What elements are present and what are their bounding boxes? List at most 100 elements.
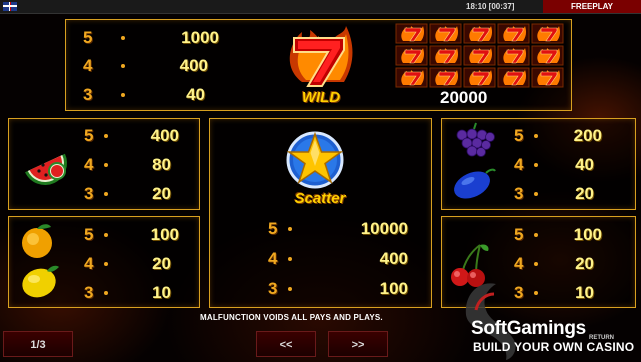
symbol-count: 3	[268, 279, 278, 298]
separator-dot	[534, 262, 538, 266]
symbol-count: 5	[514, 225, 524, 244]
pay-row: 5 200	[514, 126, 624, 146]
separator-dot	[121, 93, 125, 97]
symbol-count: 5	[84, 126, 94, 145]
mini-seven-icon	[497, 23, 530, 44]
pay-row: 4 20	[84, 254, 184, 274]
payout-value: 1000	[181, 28, 219, 47]
watermelon-icon	[25, 153, 67, 185]
payout-value: 80	[152, 155, 171, 174]
status-bar: 18:10 [00:37] FREEPLAY	[0, 0, 641, 14]
symbol-count: 4	[84, 155, 94, 174]
pay-row: 4 400	[83, 56, 208, 76]
symbol-count: 3	[514, 184, 524, 203]
page-indicator: 1/3	[3, 331, 73, 357]
separator-dot	[104, 233, 108, 237]
pay-row: 5 400	[84, 126, 184, 146]
payout-value: 100	[150, 225, 179, 244]
separator-dot	[104, 262, 108, 266]
mini-seven-icon	[395, 67, 428, 88]
payout-value: 200	[573, 126, 602, 145]
return-label[interactable]: RETURN	[589, 335, 614, 341]
pay-row: 3 10	[84, 283, 184, 303]
pay-row: 5 100	[84, 225, 184, 245]
mini-seven-icon	[429, 45, 462, 66]
mini-seven-icon	[463, 23, 496, 44]
separator-dot	[534, 134, 538, 138]
scatter-star-icon	[286, 131, 344, 189]
lemon-icon	[22, 265, 59, 298]
uk-flag-icon[interactable]	[3, 2, 17, 11]
payout-value: 20	[152, 184, 171, 203]
pay-row: 5 1000	[83, 28, 219, 48]
mini-seven-icon	[395, 45, 428, 66]
wild-label: WILD	[301, 89, 341, 106]
symbol-count: 5	[84, 225, 94, 244]
freeplay-badge: FREEPLAY	[543, 0, 641, 13]
mini-seven-icon	[497, 45, 530, 66]
clock: 18:10 [00:37]	[466, 2, 515, 11]
mini-seven-icon	[531, 45, 564, 66]
payout-value: 10	[152, 283, 171, 302]
pay-row: 3 20	[84, 184, 184, 204]
symbol-count: 5	[514, 126, 524, 145]
pay-row: 4 80	[84, 155, 184, 175]
pay-row: 3 40	[83, 85, 205, 105]
mini-seven-icon	[463, 67, 496, 88]
pay-row: 5 100	[514, 225, 624, 245]
full-screen-value: 20000	[440, 88, 488, 107]
pay-row: 4 400	[268, 249, 408, 269]
symbol-count: 4	[268, 249, 278, 268]
watermark-name: SoftGamings	[471, 318, 586, 339]
malfunction-notice: MALFUNCTION VOIDS ALL PAYS AND PLAYS.	[200, 313, 383, 322]
payout-value: 400	[150, 126, 179, 145]
mini-seven-icon	[531, 23, 564, 44]
previous-page-button[interactable]: <<	[256, 331, 316, 357]
separator-dot	[534, 233, 538, 237]
payout-value: 40	[575, 155, 594, 174]
mini-seven-icon	[395, 23, 428, 44]
mini-seven-icon	[429, 67, 462, 88]
grapes-icon	[456, 122, 495, 157]
wild-seven-icon	[289, 26, 353, 87]
payout-value: 20	[575, 184, 594, 203]
symbol-count: 4	[84, 254, 94, 273]
payout-value: 10000	[360, 219, 408, 238]
mini-seven-icon	[497, 67, 530, 88]
separator-dot	[534, 192, 538, 196]
separator-dot	[104, 291, 108, 295]
separator-dot	[288, 257, 292, 261]
separator-dot	[288, 227, 292, 231]
mini-seven-icon	[531, 67, 564, 88]
next-page-button[interactable]: >>	[328, 331, 388, 357]
symbol-count: 3	[84, 184, 94, 203]
payout-value: 400	[179, 56, 208, 75]
symbol-count: 4	[514, 155, 524, 174]
payout-value: 100	[573, 225, 602, 244]
mini-seven-icon	[463, 45, 496, 66]
watermelon-panel: 5 400 4 80 3 20	[8, 118, 200, 210]
separator-dot	[104, 163, 108, 167]
plum-icon	[454, 168, 496, 199]
symbol-count: 4	[83, 56, 93, 75]
separator-dot	[534, 163, 538, 167]
separator-dot	[121, 36, 125, 40]
grapes-plum-panel: 5 200 4 40 3 20	[441, 118, 636, 210]
payout-value: 400	[379, 249, 408, 268]
orange-lemon-panel: 5 100 4 20 3 10	[8, 216, 200, 308]
orange-icon	[22, 224, 52, 258]
mini-seven-icon	[429, 23, 462, 44]
payout-value: 20	[152, 254, 171, 273]
payout-value: 100	[379, 279, 408, 298]
paytable-screen: 18:10 [00:37] FREEPLAY 5 1000 4 400 3 40…	[0, 0, 641, 362]
separator-dot	[104, 134, 108, 138]
scatter-label: Scatter	[294, 190, 346, 207]
separator-dot	[121, 64, 125, 68]
symbol-count: 3	[83, 85, 93, 104]
watermark-tagline: BUILD YOUR OWN CASINO	[473, 340, 635, 354]
pay-row: 5 10000	[268, 219, 408, 239]
symbol-count: 5	[268, 219, 278, 238]
pay-row: 4 40	[514, 155, 624, 175]
separator-dot	[104, 192, 108, 196]
wild-full-screen-icon	[395, 23, 564, 88]
